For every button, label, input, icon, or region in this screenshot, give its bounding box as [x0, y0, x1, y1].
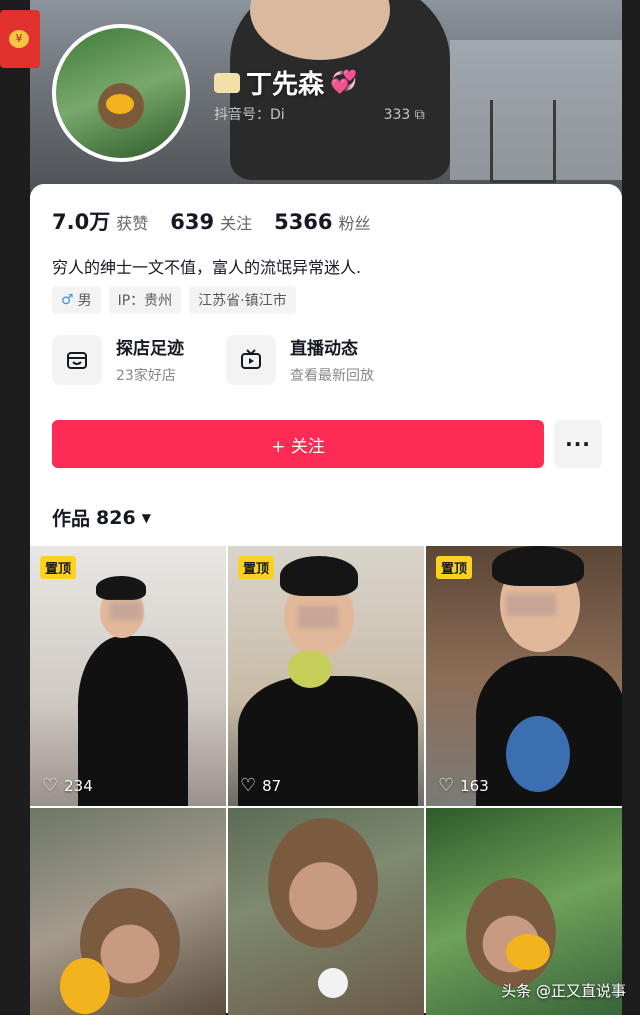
follow-button[interactable]: + 关注: [52, 420, 544, 468]
copy-icon[interactable]: ⧉: [415, 107, 425, 123]
stat-followers[interactable]: 5366 粉丝: [274, 210, 370, 234]
male-icon: ♂: [61, 292, 74, 308]
left-edge: [0, 0, 30, 1013]
tag-row: ♂ 男 IP：贵州 江苏省·镇江市: [52, 286, 296, 314]
shop-icon: [52, 334, 102, 385]
caret-down-icon: ▼: [141, 510, 151, 525]
feature-live-updates[interactable]: 直播动态 查看最新回放: [226, 334, 374, 385]
stat-likes[interactable]: 7.0万 获赞: [52, 206, 148, 236]
video-grid: 置顶 ♡ 234 置顶 ♡ 87 置顶 ♡ 163: [30, 546, 622, 1015]
video-tile[interactable]: [30, 808, 226, 1015]
watermark: 头条 @正又直说事: [501, 982, 626, 1000]
like-count: ♡ 87: [240, 775, 282, 796]
video-tile[interactable]: 置顶 ♡ 87: [228, 546, 424, 806]
feature-shop-visits[interactable]: 探店足迹 23家好店: [52, 334, 184, 385]
heart-outline-icon: ♡: [42, 775, 59, 796]
profile-name-row: 丁先森 💞: [214, 64, 357, 101]
profile-name: 丁先森: [246, 70, 325, 100]
gender-tag: ♂ 男: [52, 286, 101, 314]
video-tile[interactable]: 置顶 ♡ 163: [426, 546, 622, 806]
heart-outline-icon: ♡: [438, 775, 455, 796]
video-tile[interactable]: [228, 808, 424, 1015]
tv-icon: [226, 334, 276, 385]
ip-tag: IP：贵州: [108, 286, 182, 314]
pinned-badge: 置顶: [40, 556, 77, 579]
right-edge: [620, 0, 640, 1013]
heart-outline-icon: ♡: [240, 775, 257, 796]
profile-card: 7.0万 获赞 639 关注 5366 粉丝 穷人的绅士一文不值，富人的流氓异常…: [30, 184, 622, 546]
more-options-button[interactable]: ···: [554, 420, 602, 468]
video-tile[interactable]: 置顶 ♡ 234: [30, 546, 226, 806]
badge-icon: [214, 72, 240, 93]
profile-screen: ¥ 丁先森 💞 抖音号：Di 333 ⧉ 7.0万 获赞 639 关注 5366…: [0, 0, 640, 1015]
stat-following[interactable]: 639 关注: [170, 210, 252, 234]
hearts-icon: 💞: [330, 70, 358, 95]
works-tab[interactable]: 作品 826 ▼: [52, 504, 151, 531]
feature-row: 探店足迹 23家好店 直播动态 查看最新回放: [52, 334, 374, 385]
like-count: ♡ 163: [438, 775, 489, 796]
stats-row: 7.0万 获赞 639 关注 5366 粉丝: [52, 206, 371, 236]
location-tag: 江苏省·镇江市: [189, 286, 296, 314]
pinned-badge: 置顶: [238, 556, 275, 579]
like-count: ♡ 234: [42, 775, 93, 796]
avatar[interactable]: [52, 24, 190, 162]
account-id[interactable]: 抖音号：Di 333 ⧉: [214, 104, 425, 124]
bio-text: 穷人的绅士一文不值，富人的流氓异常迷人.: [52, 258, 362, 277]
pinned-badge: 置顶: [436, 556, 473, 579]
red-packet-icon[interactable]: ¥: [0, 10, 40, 68]
